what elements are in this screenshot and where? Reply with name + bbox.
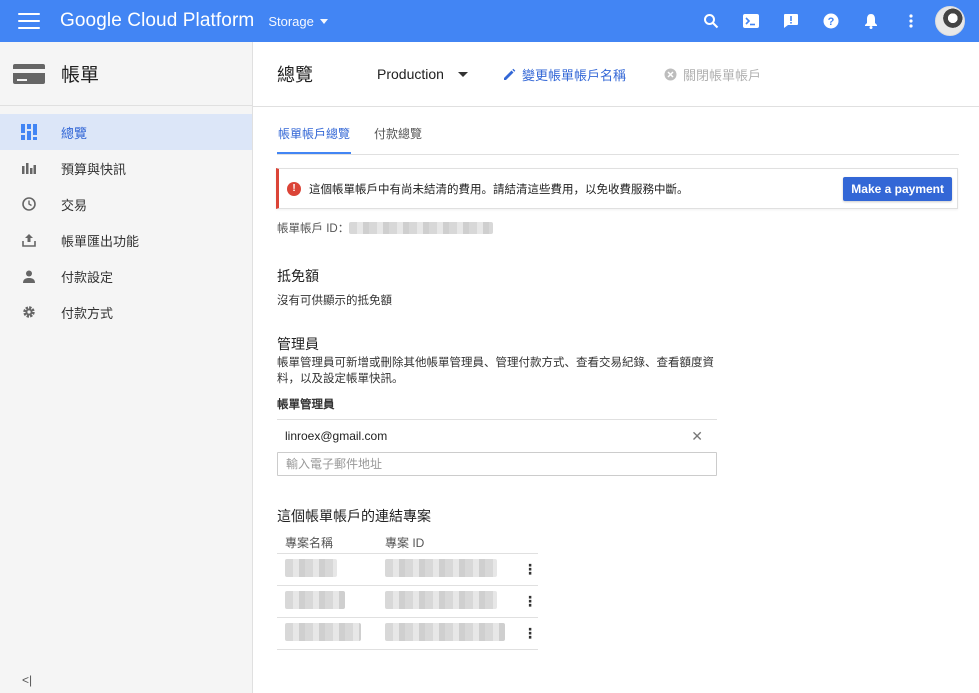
close-account-label: 關閉帳單帳戶 xyxy=(682,67,761,83)
search-icon[interactable] xyxy=(691,0,731,42)
project-picker[interactable]: Storage xyxy=(268,14,328,29)
linked-projects-table: 專案名稱 專案 ID ⋮ ⋮ ⋮ xyxy=(277,533,538,650)
main-content: 帳單帳戶總覽 付款總覽 ! 這個帳單帳戶中有尚未結清的費用。請結清這些費用，以免… xyxy=(276,107,959,650)
alert-message: 這個帳單帳戶中有尚未結清的費用。請結清這些費用，以免收費服務中斷。 xyxy=(309,183,689,196)
sidebar-item-billing-export[interactable]: 帳單匯出功能 xyxy=(0,222,252,258)
admins-title: 管理員 xyxy=(277,336,319,352)
more-vert-icon[interactable]: ⋮ xyxy=(514,585,538,618)
sidebar-item-label: 付款設定 xyxy=(61,269,114,285)
more-vert-icon[interactable] xyxy=(891,0,931,42)
redacted-project-id xyxy=(377,585,514,618)
pencil-icon xyxy=(503,68,516,80)
error-icon: ! xyxy=(287,181,301,196)
redacted-project-id xyxy=(377,617,514,650)
rename-account-label: 變更帳單帳戶名稱 xyxy=(521,67,626,83)
rename-account-button[interactable]: 變更帳單帳戶名稱 xyxy=(503,65,626,84)
collapse-sidebar-icon[interactable]: <| xyxy=(22,673,32,687)
sidebar-item-label: 帳單匯出功能 xyxy=(61,233,140,249)
gear-icon xyxy=(20,303,38,321)
billing-account-name: Production xyxy=(377,66,444,82)
table-header-row: 專案名稱 專案 ID xyxy=(277,533,538,554)
chevron-down-icon xyxy=(457,71,468,77)
sidebar-item-label: 付款方式 xyxy=(61,305,114,321)
person-icon xyxy=(20,267,38,285)
table-row[interactable]: ⋮ xyxy=(277,553,538,586)
export-upload-icon xyxy=(20,231,38,249)
dashboard-icon xyxy=(20,123,38,141)
table-row[interactable]: ⋮ xyxy=(277,585,538,618)
list-item: linroex@gmail.com ✕ xyxy=(277,419,717,452)
sidebar-item-budgets[interactable]: 預算與快訊 xyxy=(0,150,252,186)
sidebar-item-payment-settings[interactable]: 付款設定 xyxy=(0,258,252,294)
linked-projects-title: 這個帳單帳戶的連結專案 xyxy=(277,508,431,524)
notifications-icon[interactable] xyxy=(851,0,891,42)
make-payment-button[interactable]: Make a payment xyxy=(843,177,952,201)
help-icon[interactable]: ? xyxy=(811,0,851,42)
clock-icon xyxy=(20,195,38,213)
top-actions: ? xyxy=(691,0,979,42)
cloud-shell-icon[interactable] xyxy=(731,0,771,42)
admins-list-label: 帳單管理員 xyxy=(277,399,335,411)
column-header-project-id: 專案 ID xyxy=(377,533,514,554)
sidebar-nav: 總覽 預算與快訊 交易 帳單匯出功能 付款設定 付款方式 xyxy=(0,114,252,330)
account-id-row: 帳單帳戶 ID： xyxy=(277,220,494,236)
account-id-label: 帳單帳戶 ID： xyxy=(277,223,350,235)
budget-chart-icon xyxy=(20,159,38,177)
close-account-button[interactable]: 關閉帳單帳戶 xyxy=(664,65,761,84)
sidebar-item-label: 總覽 xyxy=(61,125,88,141)
redacted-project-name xyxy=(277,585,377,618)
brand-logo[interactable]: Google Cloud Platform xyxy=(60,10,254,32)
svg-text:?: ? xyxy=(828,16,835,28)
redacted-project-name xyxy=(277,617,377,650)
credits-title: 抵免額 xyxy=(277,268,319,284)
remove-admin-icon[interactable]: ✕ xyxy=(691,428,703,445)
sidebar-item-transactions[interactable]: 交易 xyxy=(0,186,252,222)
sidebar-item-label: 預算與快訊 xyxy=(61,161,127,177)
sidebar-item-label: 交易 xyxy=(61,197,88,213)
top-app-bar: Google Cloud Platform Storage ? xyxy=(0,0,979,42)
tab-payment-overview[interactable]: 付款總覽 xyxy=(373,125,423,154)
redacted-project-name xyxy=(277,553,377,586)
credits-empty-text: 沒有可供顯示的抵免額 xyxy=(277,295,392,307)
tab-account-overview[interactable]: 帳單帳戶總覽 xyxy=(277,125,352,154)
billing-card-icon xyxy=(13,63,45,84)
project-picker-label: Storage xyxy=(268,13,314,29)
table-row[interactable]: ⋮ xyxy=(277,617,538,650)
admins-list: linroex@gmail.com ✕ xyxy=(277,419,717,476)
menu-icon[interactable] xyxy=(18,13,40,29)
feedback-icon[interactable] xyxy=(771,0,811,42)
unpaid-balance-alert: ! 這個帳單帳戶中有尚未結清的費用。請結清這些費用，以免收費服務中斷。 Make… xyxy=(276,168,958,209)
page-header: 總覽 Production 變更帳單帳戶名稱 關閉帳單帳戶 xyxy=(253,42,979,107)
page-title: 總覽 xyxy=(277,65,313,85)
sidebar-item-overview[interactable]: 總覽 xyxy=(0,114,252,150)
sidebar-header: 帳單 xyxy=(0,42,252,106)
billing-account-selector[interactable]: Production xyxy=(377,66,468,82)
close-circle-icon xyxy=(664,68,677,80)
redacted-project-id xyxy=(377,553,514,586)
sidebar-item-payment-method[interactable]: 付款方式 xyxy=(0,294,252,330)
more-vert-icon[interactable]: ⋮ xyxy=(514,617,538,650)
admins-description: 帳單管理員可新增或刪除其他帳單管理員、管理付款方式、查看交易紀錄、查看額度資料，… xyxy=(277,357,714,385)
sidebar: 帳單 總覽 預算與快訊 交易 帳單匯出功能 付款設定 付款方式 <| xyxy=(0,42,253,693)
redacted-account-id xyxy=(349,222,494,234)
column-header-project-name: 專案名稱 xyxy=(277,533,377,554)
tab-bar: 帳單帳戶總覽 付款總覽 xyxy=(277,107,959,155)
more-vert-icon[interactable]: ⋮ xyxy=(514,553,538,586)
sidebar-title: 帳單 xyxy=(61,65,100,86)
column-header-actions xyxy=(514,533,538,554)
avatar[interactable] xyxy=(935,6,965,36)
admin-email: linroex@gmail.com xyxy=(285,429,388,443)
chevron-down-icon xyxy=(319,18,328,24)
add-admin-email-input[interactable] xyxy=(277,452,717,476)
